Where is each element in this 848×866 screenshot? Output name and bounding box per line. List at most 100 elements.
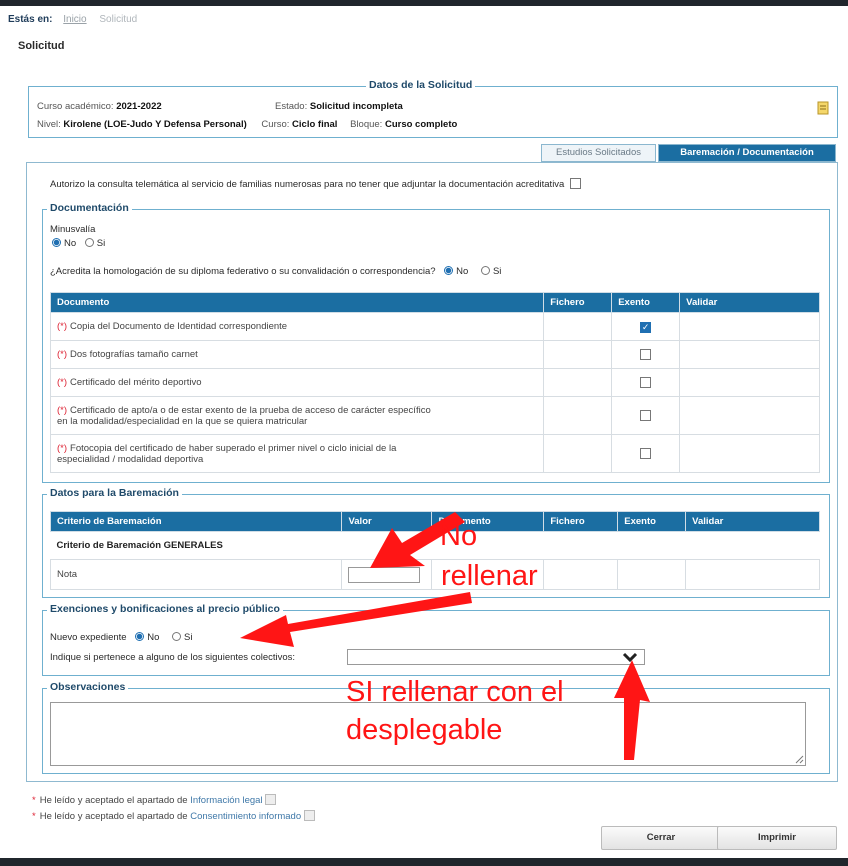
autorizo-text: Autorizo la consulta telemática al servi…: [50, 179, 565, 190]
documento-name: Dos fotografías tamaño carnet: [70, 349, 198, 360]
documentacion-legend: Documentación: [47, 202, 132, 214]
validar-cell: [679, 396, 820, 435]
exento-checkbox[interactable]: [640, 348, 652, 360]
exento-checkbox[interactable]: [640, 376, 652, 388]
col-exento: Exento: [611, 292, 681, 313]
resize-handle-icon[interactable]: [794, 754, 804, 764]
table-row: Nota: [49, 559, 820, 590]
minusvalia-label: Minusvalía: [50, 224, 96, 235]
col-fichero: Fichero: [543, 292, 613, 313]
curso-academico-value: 2021-2022: [116, 101, 162, 112]
fichero-cell: [543, 396, 613, 435]
estado-label: Estado:: [275, 101, 308, 112]
colectivos-label: Indique si pertenece a alguno de los sig…: [50, 652, 296, 663]
homologacion-no-radio[interactable]: [444, 266, 454, 275]
page-title: Solicitud: [18, 40, 65, 52]
documentacion-table: Documento Fichero Exento Validar (*) Copi…: [49, 292, 820, 473]
document-icon[interactable]: [817, 101, 829, 115]
baremacion-legend: Datos para la Baremación: [47, 487, 182, 499]
breadcrumb-home-link[interactable]: Inicio: [63, 14, 86, 25]
autorizo-checkbox[interactable]: [569, 178, 581, 189]
validar-cell: [679, 312, 820, 341]
tab-baremacion-documentacion[interactable]: Baremación / Documentación: [658, 144, 836, 162]
observaciones-legend: Observaciones: [47, 681, 129, 693]
table-row: (*) Certificado del mérito deportivo: [49, 368, 820, 397]
annotation-si-line1: SI rellenar con el: [346, 676, 564, 708]
consentimiento-checkbox[interactable]: [303, 810, 315, 821]
table-row: (*) Certificado de apto/a o de estar exen…: [49, 396, 820, 435]
col-validar: Validar: [679, 292, 820, 313]
nota-input[interactable]: [348, 566, 421, 583]
documento-name-cont: en la modalidad/especialidad en la que s…: [57, 415, 308, 427]
documento-name: Fotocopia del certificado de haber super…: [70, 442, 397, 454]
table-row: (*) Copia del Documento de Identidad corr…: [49, 312, 820, 341]
colectivos-select[interactable]: [347, 649, 645, 665]
bottom-border: [0, 858, 848, 866]
datos-solicitud-legend: Datos de la Solicitud: [366, 79, 476, 91]
criterio-group-title: Criterio de Baremación GENERALES: [56, 540, 223, 551]
homologacion-no-label: No: [456, 266, 469, 277]
fichero-cell: [543, 368, 613, 397]
homologacion-question: ¿Acredita la homologación de su diploma …: [50, 266, 436, 277]
validar-cell: [679, 340, 820, 369]
exento-checkbox[interactable]: [640, 409, 652, 421]
validar-cell: [679, 434, 820, 473]
documento-name: Certificado del mérito deportivo: [70, 377, 202, 388]
homologacion-si-radio[interactable]: [480, 266, 490, 275]
minusvalia-no-label: No: [64, 238, 77, 249]
annotation-no-line1: No: [440, 520, 478, 552]
documento-name: Certificado de apto/a o de estar exento …: [70, 404, 431, 416]
curso-value: Ciclo final: [292, 119, 338, 130]
datos-solicitud-fieldset: Datos de la Solicitud Curso académico: 2…: [28, 79, 838, 138]
nota-label: Nota: [49, 559, 343, 590]
chevron-down-icon: [622, 652, 638, 663]
informacion-legal-link[interactable]: Información legal: [190, 795, 262, 806]
minusvalia-no-radio[interactable]: [52, 238, 61, 247]
col-documento: Documento: [49, 292, 545, 313]
cerrar-button[interactable]: Cerrar: [601, 826, 721, 850]
bloque-label: Bloque:: [350, 119, 383, 130]
breadcrumb-current: Solicitud: [99, 14, 138, 25]
imprimir-button[interactable]: Imprimir: [717, 826, 837, 850]
annotation-si-line2: desplegable: [346, 714, 503, 746]
table-row: (*) Fotocopia del certificado de haber su…: [49, 434, 820, 473]
fichero-cell: [543, 340, 613, 369]
col-criterio: Criterio de Baremación: [49, 511, 343, 532]
minusvalia-si-radio[interactable]: [84, 238, 94, 247]
nuevo-si-radio[interactable]: [172, 632, 182, 641]
documento-name: Copia del Documento de Identidad corresp…: [70, 321, 288, 332]
curso-academico-label: Curso académico:: [37, 101, 114, 112]
col-valor: Valor: [341, 511, 433, 532]
legal-line-2: * He leído y aceptado el apartado de Cons…: [32, 810, 315, 822]
documento-name-cont: especialidad / modalidad deportiva: [57, 453, 204, 465]
nivel-value: Kirolene (LOE-Judo Y Defensa Personal): [63, 119, 247, 130]
col-exento: Exento: [617, 511, 687, 532]
breadcrumb-label: Estás en:: [8, 14, 53, 25]
table-row: (*) Dos fotografías tamaño carnet: [49, 340, 820, 369]
fichero-cell: [543, 434, 613, 473]
exento-checkbox[interactable]: ✓: [640, 322, 652, 333]
fichero-cell: [543, 312, 613, 341]
col-validar: Validar: [685, 511, 820, 532]
nuevo-no-label: No: [147, 632, 160, 643]
exenciones-fieldset: Exenciones y bonificaciones al precio pú…: [42, 603, 830, 676]
estado-value: Solicitud incompleta: [309, 101, 403, 112]
baremacion-table: Criterio de Baremación Valor Documento F…: [49, 511, 820, 590]
nuevo-no-radio[interactable]: [135, 632, 145, 641]
minusvalia-si-label: Si: [96, 238, 106, 249]
bloque-value: Curso completo: [384, 119, 458, 130]
consentimiento-link[interactable]: Consentimiento informado: [190, 811, 301, 822]
col-fichero: Fichero: [543, 511, 619, 532]
exento-checkbox[interactable]: [640, 447, 652, 459]
annotation-no-line2: rellenar: [441, 560, 538, 592]
curso-label: Curso:: [261, 119, 290, 130]
breadcrumb: Estás en: Inicio Solicitud: [8, 14, 137, 25]
homologacion-si-label: Si: [492, 266, 502, 277]
legal-line-1: * He leído y aceptado el apartado de Info…: [32, 794, 277, 806]
exenciones-legend: Exenciones y bonificaciones al precio pú…: [47, 603, 283, 615]
informacion-legal-checkbox[interactable]: [265, 794, 277, 805]
tab-estudios-solicitados[interactable]: Estudios Solicitados: [541, 144, 656, 162]
nuevo-si-label: Si: [184, 632, 193, 643]
nivel-label: Nivel:: [37, 119, 61, 130]
nuevo-expediente-label: Nuevo expediente: [50, 632, 127, 643]
